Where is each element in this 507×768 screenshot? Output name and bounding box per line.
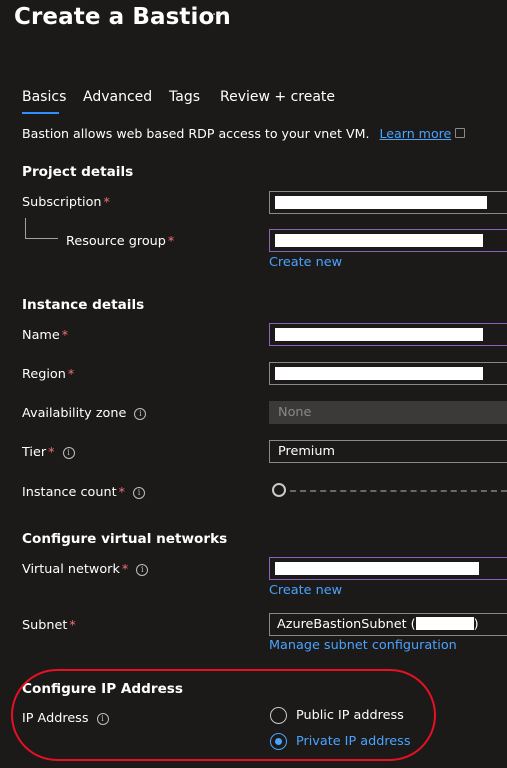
tier-dropdown[interactable]: Premium xyxy=(269,440,507,463)
tab-advanced[interactable]: Advanced xyxy=(83,89,152,105)
learn-more-link[interactable]: Learn more xyxy=(379,126,451,141)
redacted-value xyxy=(275,367,483,380)
virtual-network-dropdown[interactable] xyxy=(269,557,507,580)
region-label: Region * xyxy=(22,367,75,382)
tree-connector xyxy=(25,218,26,239)
instance-count-slider-thumb[interactable] xyxy=(272,483,286,497)
page-title: Create a Bastion xyxy=(14,4,231,30)
resource-group-label: Resource group * xyxy=(66,234,175,249)
redacted-value xyxy=(275,234,483,247)
availability-zone-dropdown: None xyxy=(269,401,507,424)
instance-count-label: Instance count * i xyxy=(22,485,146,500)
subscription-dropdown[interactable] xyxy=(269,191,507,214)
manage-subnet-link[interactable]: Manage subnet configuration xyxy=(269,638,457,653)
redacted-value xyxy=(275,196,487,209)
tree-connector xyxy=(25,238,58,239)
region-dropdown[interactable] xyxy=(269,362,507,385)
resource-group-dropdown[interactable] xyxy=(269,229,507,252)
create-new-resource-group-link[interactable]: Create new xyxy=(269,255,342,270)
virtual-networks-heading: Configure virtual networks xyxy=(22,531,228,547)
more-options-icon[interactable]: ··· xyxy=(212,8,227,23)
info-icon: i xyxy=(136,564,149,576)
create-new-vnet-link[interactable]: Create new xyxy=(269,583,342,598)
redacted-value xyxy=(275,328,483,341)
name-label: Name * xyxy=(22,328,69,343)
description-text: Bastion allows web based RDP access to y… xyxy=(22,126,370,141)
tab-review-create[interactable]: Review + create xyxy=(220,89,335,105)
virtual-network-label: Virtual network * i xyxy=(22,562,149,577)
external-link-icon xyxy=(455,128,466,138)
instance-details-heading: Instance details xyxy=(22,297,145,313)
project-details-heading: Project details xyxy=(22,164,134,180)
info-icon: i xyxy=(62,447,75,459)
redacted-value xyxy=(275,562,479,575)
info-icon: i xyxy=(134,408,147,420)
description: Bastion allows web based RDP access to y… xyxy=(22,126,466,141)
tab-tags[interactable]: Tags xyxy=(169,89,200,105)
redacted-value xyxy=(415,617,474,630)
tier-label: Tier * i xyxy=(22,445,75,460)
subnet-label: Subnet * xyxy=(22,618,76,633)
name-input[interactable] xyxy=(269,323,507,346)
instance-count-slider-track[interactable] xyxy=(280,490,507,493)
active-tab-indicator xyxy=(22,112,59,114)
availability-zone-label: Availability zone i xyxy=(22,406,147,421)
subnet-dropdown[interactable]: AzureBastionSubnet () xyxy=(269,613,507,636)
highlight-annotation xyxy=(11,669,436,761)
subscription-label: Subscription * xyxy=(22,195,110,210)
info-icon: i xyxy=(133,487,146,499)
tab-basics[interactable]: Basics xyxy=(22,89,66,105)
